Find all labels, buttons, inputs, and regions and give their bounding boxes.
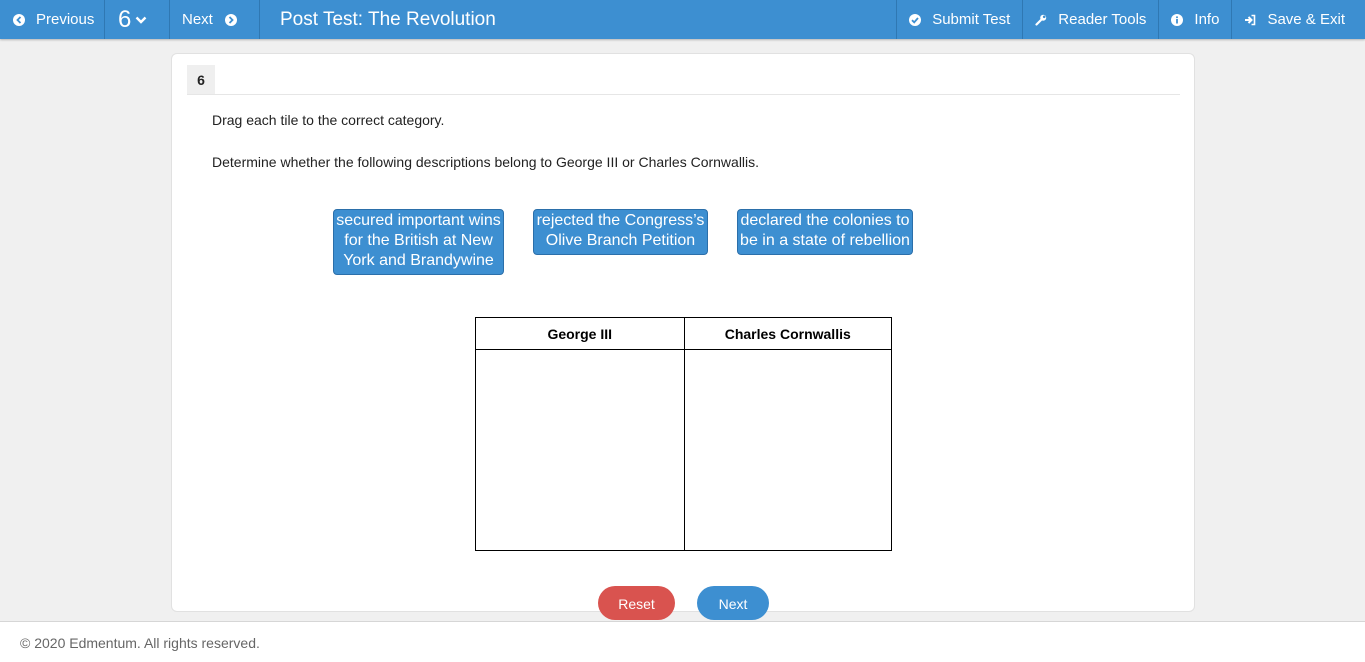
reset-button[interactable]: Reset [598, 586, 675, 620]
save-exit-label: Save & Exit [1267, 11, 1345, 28]
next-button-top[interactable]: Next [170, 0, 260, 39]
drag-tile[interactable]: rejected the Congress’s Olive Branch Pet… [533, 209, 708, 255]
reader-tools-label: Reader Tools [1058, 11, 1147, 28]
sign-out-icon [1244, 14, 1256, 26]
next-label: Next [182, 11, 213, 28]
info-circle-icon [1171, 13, 1184, 26]
copyright-text: © 2020 Edmentum. All rights reserved. [20, 635, 260, 651]
check-circle-icon [909, 13, 922, 26]
drop-zone-charles-cornwallis[interactable] [685, 350, 892, 550]
category-column-george-iii: George III [476, 318, 684, 550]
category-column-charles-cornwallis: Charles Cornwallis [683, 318, 892, 550]
arrow-left-circle-icon [13, 13, 25, 26]
question-card: 6 Drag each tile to the correct category… [171, 53, 1195, 620]
submit-test-label: Submit Test [932, 11, 1011, 28]
question-selector[interactable]: 6 [105, 0, 170, 39]
info-button[interactable]: Info [1158, 0, 1231, 39]
submit-test-button[interactable]: Submit Test [896, 0, 1022, 39]
instruction-text: Drag each tile to the correct category. [212, 112, 445, 128]
info-label: Info [1194, 11, 1220, 28]
arrow-right-circle-icon [224, 13, 237, 26]
drag-tile[interactable]: declared the colonies to be in a state o… [737, 209, 913, 255]
wrench-icon [1035, 14, 1047, 26]
next-button[interactable]: Next [697, 586, 769, 620]
category-header: George III [476, 318, 684, 350]
reader-tools-button[interactable]: Reader Tools [1022, 0, 1158, 39]
drag-tile[interactable]: secured important wins for the British a… [333, 209, 504, 275]
chevron-down-icon [135, 15, 147, 25]
top-toolbar: Previous 6 Next Post Test: The Revolutio… [0, 0, 1365, 39]
previous-label: Previous [36, 11, 95, 28]
footer: © 2020 Edmentum. All rights reserved. [0, 621, 1365, 662]
category-header: Charles Cornwallis [684, 318, 891, 350]
question-header: 6 [187, 65, 1180, 95]
question-number-badge: 6 [187, 65, 215, 94]
question-number: 6 [118, 5, 132, 33]
save-exit-button[interactable]: Save & Exit [1231, 0, 1365, 39]
category-table: George III Charles Cornwallis [475, 317, 892, 551]
previous-button[interactable]: Previous [0, 0, 105, 39]
drop-zone-george-iii[interactable] [476, 350, 684, 550]
test-title: Post Test: The Revolution [280, 8, 496, 30]
question-prompt: Determine whether the following descript… [212, 154, 760, 170]
